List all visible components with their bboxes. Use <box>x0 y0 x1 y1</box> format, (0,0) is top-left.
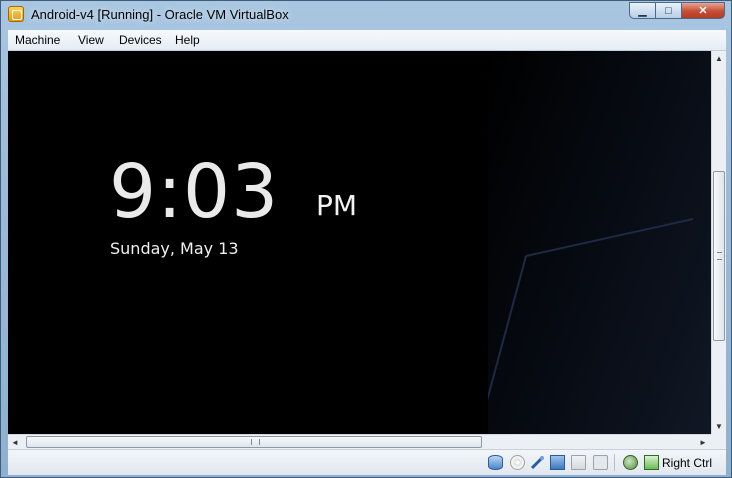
hard-disk-icon[interactable] <box>488 455 503 470</box>
host-key-label[interactable]: Right Ctrl <box>662 456 712 470</box>
scroll-up-arrow[interactable]: ▲ <box>712 51 726 65</box>
usb-icon[interactable] <box>530 455 545 470</box>
lockscreen-wallpaper-shade <box>477 51 711 434</box>
status-separator <box>614 454 615 471</box>
network-icon[interactable] <box>550 455 565 470</box>
lockscreen-date: Sunday, May 13 <box>110 239 239 258</box>
virtualbox-app-icon[interactable] <box>8 6 24 22</box>
close-button[interactable]: ✕ <box>681 2 725 19</box>
vertical-scrollbar[interactable]: ▲ ▼ <box>711 51 726 434</box>
scroll-right-arrow[interactable]: ► <box>696 435 710 449</box>
menu-devices[interactable]: Devices <box>119 33 162 47</box>
horizontal-scrollbar[interactable]: ◄ ► <box>8 434 711 449</box>
maximize-button[interactable]: □ <box>655 2 681 19</box>
keyboard-capture-icon[interactable] <box>644 455 659 470</box>
title-bar[interactable]: Android-v4 [Running] - Oracle VM Virtual… <box>1 1 731 29</box>
minimize-button[interactable]: ▁ <box>629 2 655 19</box>
optical-drive-icon[interactable] <box>510 455 525 470</box>
scroll-left-arrow[interactable]: ◄ <box>8 435 22 449</box>
lockscreen-clock: 9:03 <box>109 149 280 235</box>
guest-display[interactable]: 9:03 PM Sunday, May 13 <box>8 51 711 434</box>
window-controls: ▁ □ ✕ <box>629 2 725 20</box>
lockscreen-ampm: PM <box>316 189 358 222</box>
menu-help[interactable]: Help <box>175 33 200 47</box>
wallpaper-lines <box>477 218 694 434</box>
horizontal-thumb-grip <box>251 439 260 445</box>
window-title: Android-v4 [Running] - Oracle VM Virtual… <box>31 7 289 22</box>
scroll-down-arrow[interactable]: ▼ <box>712 419 726 433</box>
vertical-thumb-grip <box>717 252 722 260</box>
status-bar: Right Ctrl <box>8 449 726 475</box>
vertical-scroll-thumb[interactable] <box>713 171 725 341</box>
remote-display-icon[interactable] <box>593 455 608 470</box>
scrollbar-corner <box>711 434 726 449</box>
menu-bar: Machine View Devices Help <box>8 30 726 51</box>
menu-machine[interactable]: Machine <box>15 33 60 47</box>
menu-view[interactable]: View <box>78 33 104 47</box>
shared-folders-icon[interactable] <box>571 455 586 470</box>
horizontal-scroll-thumb[interactable] <box>26 436 482 448</box>
virtualization-icon[interactable] <box>623 455 638 470</box>
virtualbox-window: Android-v4 [Running] - Oracle VM Virtual… <box>0 0 732 478</box>
